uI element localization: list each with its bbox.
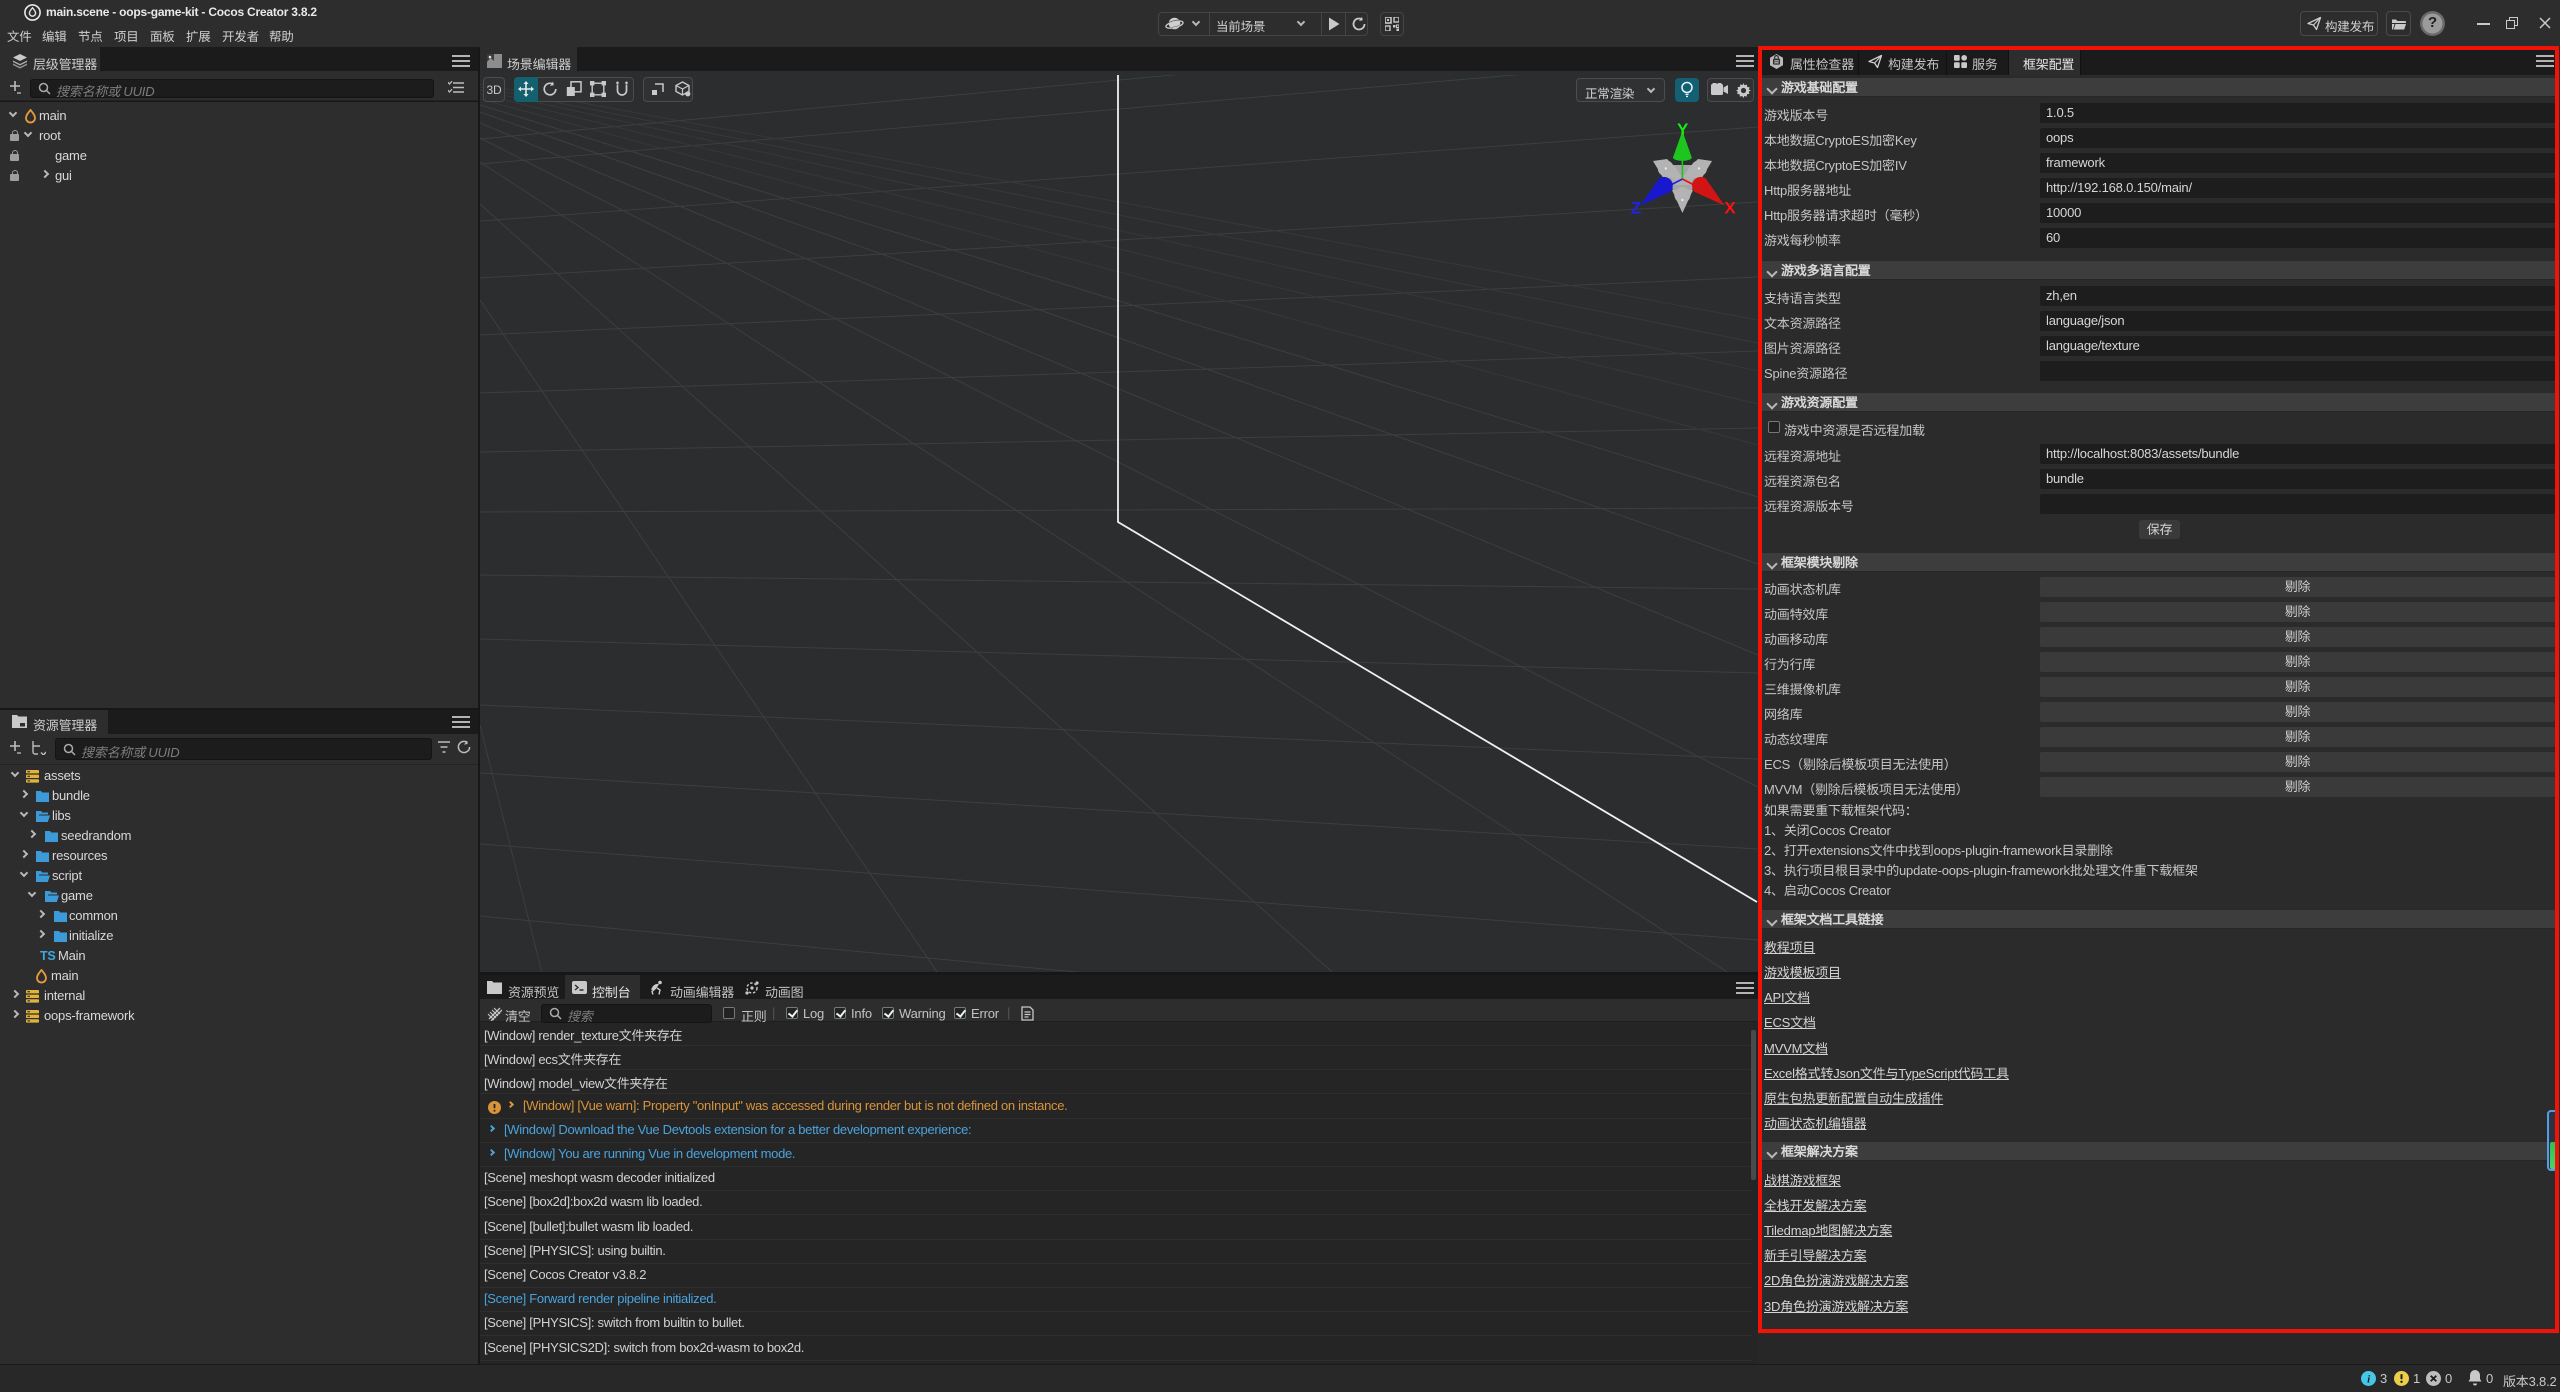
svg-text:Z: Z [1631,199,1641,218]
svg-text:Y: Y [1677,120,1689,139]
svg-text:X: X [1724,199,1736,218]
